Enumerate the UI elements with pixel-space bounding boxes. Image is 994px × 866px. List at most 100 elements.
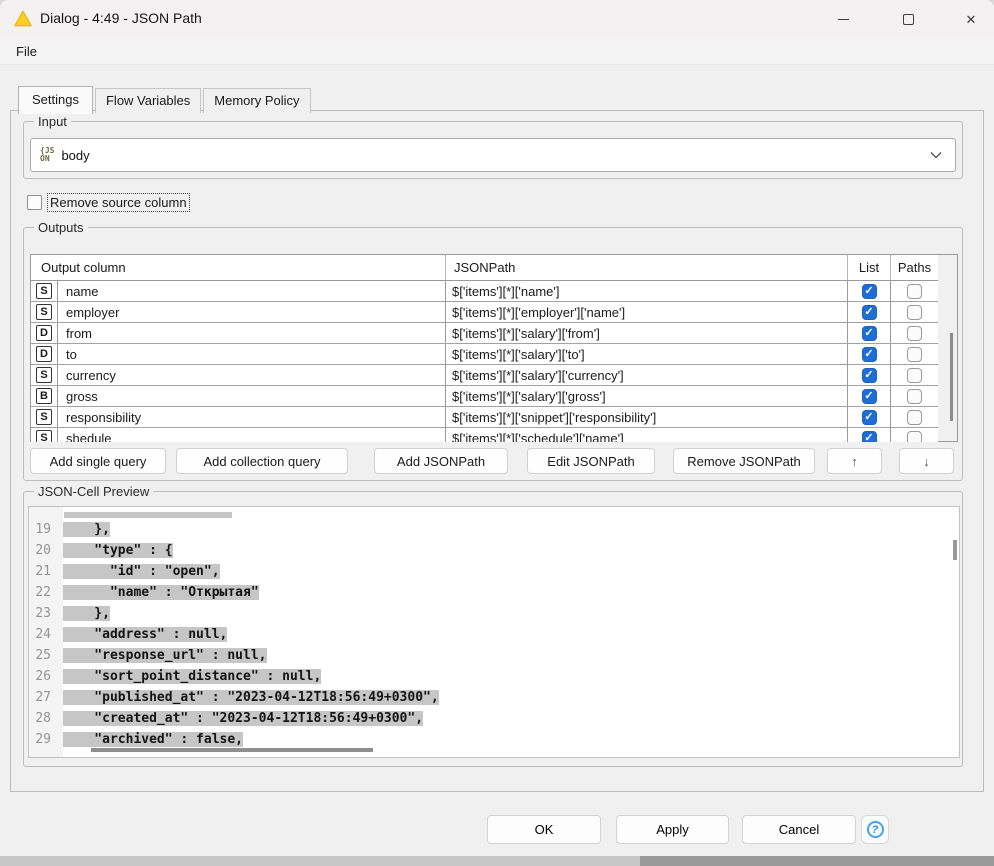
paths-checkbox[interactable] bbox=[907, 326, 922, 341]
jsonpath-value: $['items'][*]['salary']['currency'] bbox=[446, 365, 848, 385]
json-preview-editor[interactable]: 19 }, 20 "type" : { 21 "id" : "open", bbox=[28, 506, 960, 758]
paths-checkbox[interactable] bbox=[907, 410, 922, 425]
paths-checkbox[interactable] bbox=[907, 368, 922, 383]
column-type-icon: S bbox=[36, 430, 52, 442]
list-checkbox[interactable] bbox=[862, 284, 877, 299]
tab-memory-policy[interactable]: Memory Policy bbox=[203, 88, 310, 113]
jsonpath-value: $['items'][*]['salary']['gross'] bbox=[446, 386, 848, 406]
output-column-name: name bbox=[58, 281, 446, 301]
move-down-button[interactable]: ↓ bbox=[899, 448, 954, 474]
window-title: Dialog - 4:49 - JSON Path bbox=[40, 10, 202, 26]
line-number: 29 bbox=[29, 729, 63, 750]
code-line-text[interactable]: }, bbox=[63, 603, 110, 624]
add-jsonpath-button[interactable]: Add JSONPath bbox=[374, 448, 508, 474]
line-number: 26 bbox=[29, 666, 63, 687]
tab-settings[interactable]: Settings bbox=[18, 86, 93, 114]
json-type-icon: {JSON bbox=[40, 147, 54, 163]
tab-bar: Settings Flow Variables Memory Policy bbox=[18, 85, 313, 113]
move-up-button[interactable]: ↑ bbox=[827, 448, 882, 474]
table-row[interactable]: S currency $['items'][*]['salary']['curr… bbox=[31, 365, 939, 386]
output-column-name: from bbox=[58, 323, 446, 343]
jsonpath-value: $['items'][*]['snippet']['responsibility… bbox=[446, 407, 848, 427]
chevron-down-icon bbox=[930, 151, 942, 159]
line-number: 22 bbox=[29, 582, 63, 603]
add-collection-query-button[interactable]: Add collection query bbox=[176, 448, 348, 474]
input-group-legend: Input bbox=[34, 114, 71, 129]
list-checkbox[interactable] bbox=[862, 410, 877, 425]
close-icon: ✕ bbox=[966, 13, 977, 26]
table-row[interactable]: S responsibility $['items'][*]['snippet'… bbox=[31, 407, 939, 428]
column-type-icon: S bbox=[36, 409, 52, 425]
edit-jsonpath-button[interactable]: Edit JSONPath bbox=[527, 448, 655, 474]
remove-jsonpath-button[interactable]: Remove JSONPath bbox=[673, 448, 815, 474]
remove-source-checkbox[interactable] bbox=[27, 195, 42, 210]
close-button[interactable]: ✕ bbox=[948, 0, 994, 38]
column-type-icon: S bbox=[36, 367, 52, 383]
ok-button[interactable]: OK bbox=[487, 815, 601, 844]
code-line-text[interactable]: "published_at" : "2023-04-12T18:56:49+03… bbox=[63, 687, 439, 708]
list-checkbox[interactable] bbox=[862, 326, 877, 341]
list-checkbox[interactable] bbox=[862, 347, 877, 362]
table-scrollbar-thumb[interactable] bbox=[950, 333, 953, 421]
help-icon: ? bbox=[867, 821, 884, 838]
paths-checkbox[interactable] bbox=[907, 305, 922, 320]
code-line-text[interactable]: "created_at" : "2023-04-12T18:56:49+0300… bbox=[63, 708, 423, 729]
code-line: 19 }, bbox=[29, 519, 959, 540]
list-checkbox[interactable] bbox=[862, 368, 877, 383]
column-type-icon: S bbox=[36, 304, 52, 320]
table-row[interactable]: B gross $['items'][*]['salary']['gross'] bbox=[31, 386, 939, 407]
code-lines: 19 }, 20 "type" : { 21 "id" : "open", bbox=[29, 507, 959, 750]
table-row[interactable]: S employer $['items'][*]['employer']['na… bbox=[31, 302, 939, 323]
code-line: 21 "id" : "open", bbox=[29, 561, 959, 582]
add-single-query-button[interactable]: Add single query bbox=[30, 448, 166, 474]
json-cell-preview-group: JSON-Cell Preview 19 }, 20 "type" : { bbox=[23, 491, 963, 767]
preview-vertical-scrollbar-thumb[interactable] bbox=[953, 540, 957, 560]
table-row[interactable]: S shedule $['items'][*]['schedule']['nam… bbox=[31, 428, 939, 442]
code-line: 28 "created_at" : "2023-04-12T18:56:49+0… bbox=[29, 708, 959, 729]
preview-horizontal-scrollbar-thumb[interactable] bbox=[91, 748, 373, 752]
table-row[interactable]: S name $['items'][*]['name'] bbox=[31, 281, 939, 302]
input-group: Input {JSON body bbox=[23, 121, 963, 179]
maximize-button[interactable] bbox=[885, 0, 931, 38]
header-paths[interactable]: Paths bbox=[891, 255, 939, 280]
header-jsonpath[interactable]: JSONPath bbox=[446, 255, 848, 280]
header-list[interactable]: List bbox=[848, 255, 891, 280]
list-checkbox[interactable] bbox=[862, 431, 877, 443]
outputs-group-legend: Outputs bbox=[34, 220, 88, 235]
jsonpath-value: $['items'][*]['employer']['name'] bbox=[446, 302, 848, 322]
code-line-text[interactable]: "type" : { bbox=[63, 540, 173, 561]
code-line: 23 }, bbox=[29, 603, 959, 624]
list-checkbox[interactable] bbox=[862, 389, 877, 404]
paths-checkbox[interactable] bbox=[907, 284, 922, 299]
menu-file[interactable]: File bbox=[12, 43, 41, 60]
title-bar[interactable]: Dialog - 4:49 - JSON Path ✕ bbox=[0, 0, 994, 38]
jsonpath-value: $['items'][*]['name'] bbox=[446, 281, 848, 301]
paths-checkbox[interactable] bbox=[907, 347, 922, 362]
code-line-text[interactable]: "response_url" : null, bbox=[63, 645, 267, 666]
paths-checkbox[interactable] bbox=[907, 389, 922, 404]
line-number: 25 bbox=[29, 645, 63, 666]
input-column-select[interactable]: {JSON body bbox=[30, 138, 956, 172]
table-row[interactable]: D from $['items'][*]['salary']['from'] bbox=[31, 323, 939, 344]
tab-flow-variables[interactable]: Flow Variables bbox=[95, 88, 201, 113]
minimize-button[interactable] bbox=[820, 0, 866, 38]
code-line-text[interactable]: "name" : "Открытая" bbox=[63, 582, 259, 603]
table-row[interactable]: D to $['items'][*]['salary']['to'] bbox=[31, 344, 939, 365]
table-vertical-scrollbar[interactable] bbox=[938, 255, 957, 441]
header-output-column[interactable]: Output column bbox=[31, 255, 446, 280]
list-checkbox[interactable] bbox=[862, 305, 877, 320]
outputs-table-header: Output column JSONPath List Paths bbox=[31, 255, 957, 281]
cancel-button[interactable]: Cancel bbox=[742, 815, 856, 844]
code-line-text[interactable]: }, bbox=[63, 519, 110, 540]
apply-button[interactable]: Apply bbox=[616, 815, 729, 844]
output-column-name: gross bbox=[58, 386, 446, 406]
code-line-text[interactable]: "id" : "open", bbox=[63, 561, 220, 582]
outputs-table: Output column JSONPath List Paths S name… bbox=[30, 254, 958, 442]
paths-checkbox[interactable] bbox=[907, 431, 922, 443]
line-number: 19 bbox=[29, 519, 63, 540]
output-column-name: employer bbox=[58, 302, 446, 322]
code-line-text[interactable]: "archived" : false, bbox=[63, 729, 243, 750]
code-line-text[interactable]: "sort_point_distance" : null, bbox=[63, 666, 321, 687]
help-button[interactable]: ? bbox=[861, 815, 889, 844]
code-line-text[interactable]: "address" : null, bbox=[63, 624, 227, 645]
